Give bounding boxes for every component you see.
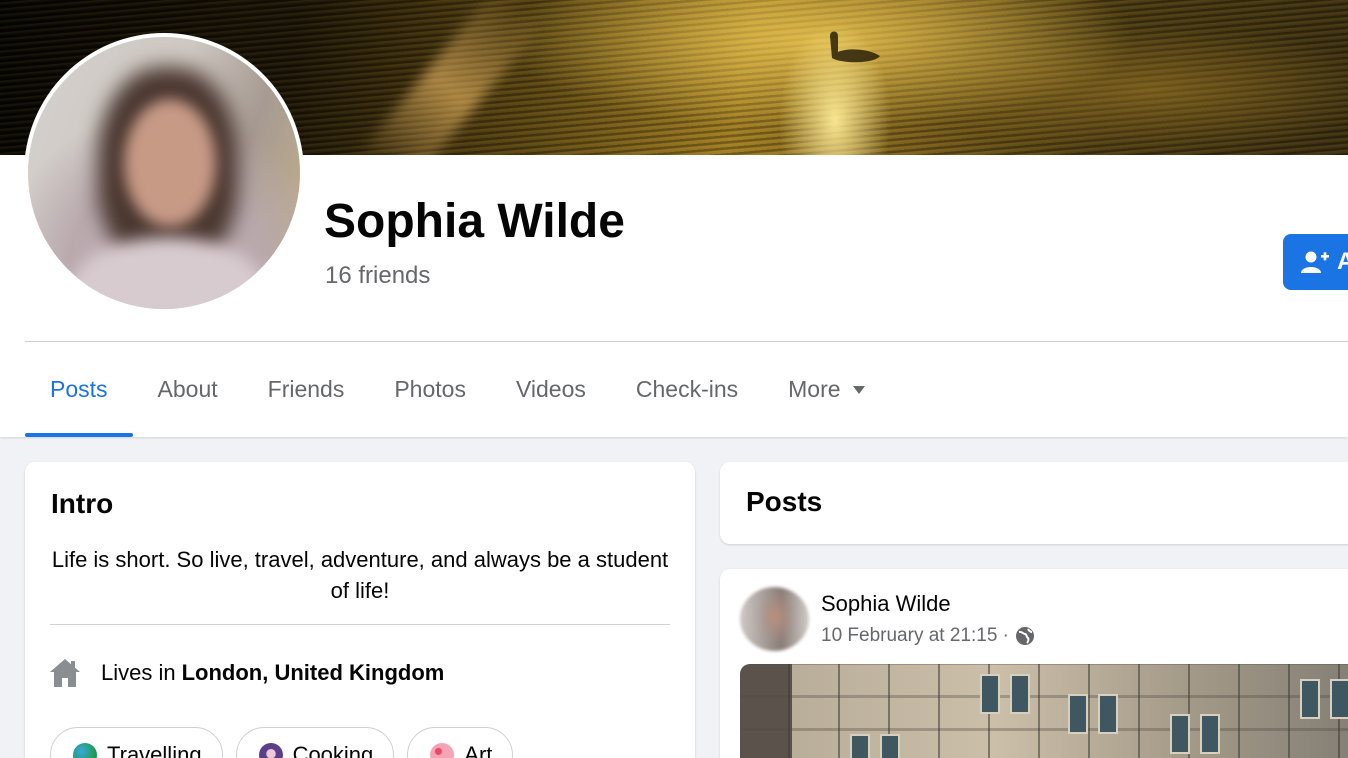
profile-name: Sophia Wilde (324, 195, 625, 248)
lives-in-prefix: Lives in (101, 660, 176, 685)
intro-card: Intro Life is short. So live, travel, ad… (25, 462, 695, 758)
add-friend-button[interactable]: A (1283, 234, 1348, 290)
post-timestamp[interactable]: 10 February at 21:15 · (821, 625, 1009, 647)
post-card: Sophia Wilde 10 February at 21:15 · (720, 569, 1348, 758)
hobby-travelling[interactable]: Travelling (50, 727, 223, 758)
tab-more[interactable]: More (763, 342, 889, 437)
intro-bio: Life is short. So live, travel, adventur… (51, 547, 669, 603)
profile-tabs: Posts About Friends Photos Videos Check-… (25, 342, 890, 437)
post-author-name[interactable]: Sophia Wilde (821, 591, 951, 617)
hobby-art[interactable]: Art (407, 727, 514, 758)
hobby-cooking[interactable]: Cooking (235, 727, 395, 758)
post-author-avatar[interactable] (740, 587, 809, 651)
tab-friends[interactable]: Friends (243, 342, 370, 437)
add-user-icon (1301, 251, 1329, 273)
caret-down-icon (852, 385, 865, 394)
intro-title: Intro (51, 488, 114, 519)
intro-divider (50, 624, 670, 625)
globe-icon (1016, 627, 1034, 645)
profile-header: Sophia Wilde 16 friends A Posts About Fr… (0, 0, 1348, 437)
tab-videos[interactable]: Videos (491, 342, 611, 437)
swan-icon (830, 31, 880, 63)
home-icon (50, 659, 80, 687)
friends-count[interactable]: 16 friends (325, 262, 430, 290)
tab-photos[interactable]: Photos (369, 342, 491, 437)
post-meta: 10 February at 21:15 · (821, 625, 1035, 647)
profile-avatar[interactable] (24, 33, 304, 313)
tab-about[interactable]: About (133, 342, 243, 437)
hobbies-list: Travelling Cooking Art (50, 727, 514, 758)
light-flare (356, 0, 544, 155)
post-image[interactable] (740, 664, 1348, 758)
tab-posts[interactable]: Posts (25, 342, 133, 437)
pin-icon (258, 743, 283, 758)
tab-check-ins[interactable]: Check-ins (611, 342, 763, 437)
posts-header-card: Posts (720, 462, 1348, 544)
add-friend-label: A (1337, 248, 1348, 275)
posts-title: Posts (746, 486, 823, 517)
lives-in-location[interactable]: London, United Kingdom (182, 660, 445, 686)
palette-icon (430, 743, 455, 758)
lives-in-row: Lives in London, United Kingdom (49, 658, 444, 688)
globe-icon (73, 743, 97, 758)
